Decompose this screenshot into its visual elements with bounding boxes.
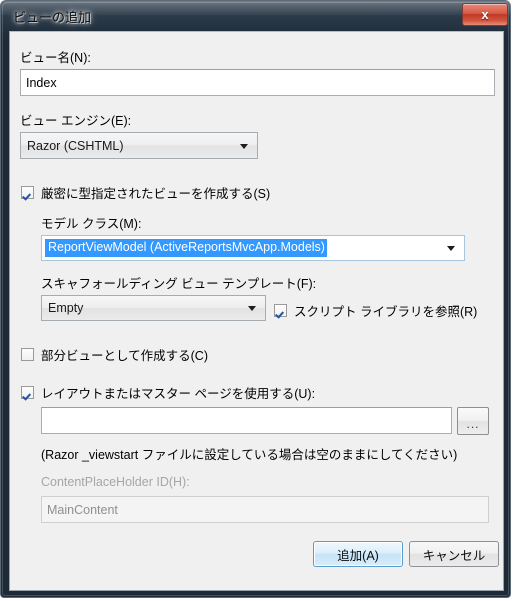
content-placeholder-label: ContentPlaceHolder ID(H):	[41, 475, 190, 489]
view-name-label: ビュー名(N):	[20, 51, 91, 65]
layout-page-checkbox[interactable]: レイアウトまたはマスター ページを使用する(U):	[21, 383, 315, 402]
layout-hint-text: (Razor _viewstart ファイルに設定している場合は空のままにしてく…	[41, 448, 458, 462]
close-icon: x	[481, 7, 489, 22]
checkbox-indicator	[274, 304, 287, 317]
strongly-typed-label: 厳密に型指定されたビューを作成する(S)	[41, 187, 271, 201]
cancel-button[interactable]: キャンセル	[409, 541, 499, 567]
checkbox-indicator	[21, 386, 34, 399]
dialog-client-area: ビュー名(N): Index ビュー エンジン(E): Razor (CSHTM…	[9, 31, 504, 591]
window-title: ビューの追加	[13, 10, 92, 25]
script-library-checkbox[interactable]: スクリプト ライブラリを参照(R)	[274, 301, 477, 320]
add-button[interactable]: 追加(A)	[313, 541, 403, 567]
content-placeholder-input: MainContent	[41, 496, 489, 523]
view-engine-label: ビュー エンジン(E):	[20, 114, 132, 128]
model-class-combobox[interactable]: ReportViewModel (ActiveReportsMvcApp.Mod…	[41, 235, 465, 261]
layout-page-label: レイアウトまたはマスター ページを使用する(U):	[41, 387, 316, 401]
view-name-input[interactable]: Index	[20, 69, 495, 96]
script-library-label: スクリプト ライブラリを参照(R)	[294, 305, 478, 319]
checkbox-indicator	[21, 186, 34, 199]
scaffold-template-combobox[interactable]: Empty	[41, 295, 266, 321]
chevron-down-icon	[447, 246, 455, 251]
model-class-value: ReportViewModel (ActiveReportsMvcApp.Mod…	[45, 239, 327, 257]
scaffold-template-value: Empty	[48, 301, 84, 315]
view-engine-combobox[interactable]: Razor (CSHTML)	[20, 132, 258, 159]
checkbox-indicator	[21, 348, 34, 361]
browse-button[interactable]: ...	[457, 407, 489, 435]
layout-page-input[interactable]	[41, 407, 452, 434]
close-button[interactable]: x	[462, 3, 508, 26]
dialog-window: ビューの追加 x ビュー名(N): Index ビュー エンジン(E): Raz…	[0, 0, 511, 598]
scaffold-template-label: スキャフォールディング ビュー テンプレート(F):	[41, 277, 317, 291]
chevron-down-icon	[240, 143, 248, 149]
model-class-label: モデル クラス(M):	[41, 217, 142, 231]
partial-view-checkbox[interactable]: 部分ビューとして作成する(C)	[21, 345, 208, 364]
view-engine-value: Razor (CSHTML)	[27, 138, 124, 153]
strongly-typed-checkbox[interactable]: 厳密に型指定されたビューを作成する(S)	[21, 183, 270, 202]
chevron-down-icon	[248, 306, 256, 311]
partial-view-label: 部分ビューとして作成する(C)	[41, 349, 208, 363]
title-bar[interactable]: ビューの追加 x	[1, 1, 511, 31]
